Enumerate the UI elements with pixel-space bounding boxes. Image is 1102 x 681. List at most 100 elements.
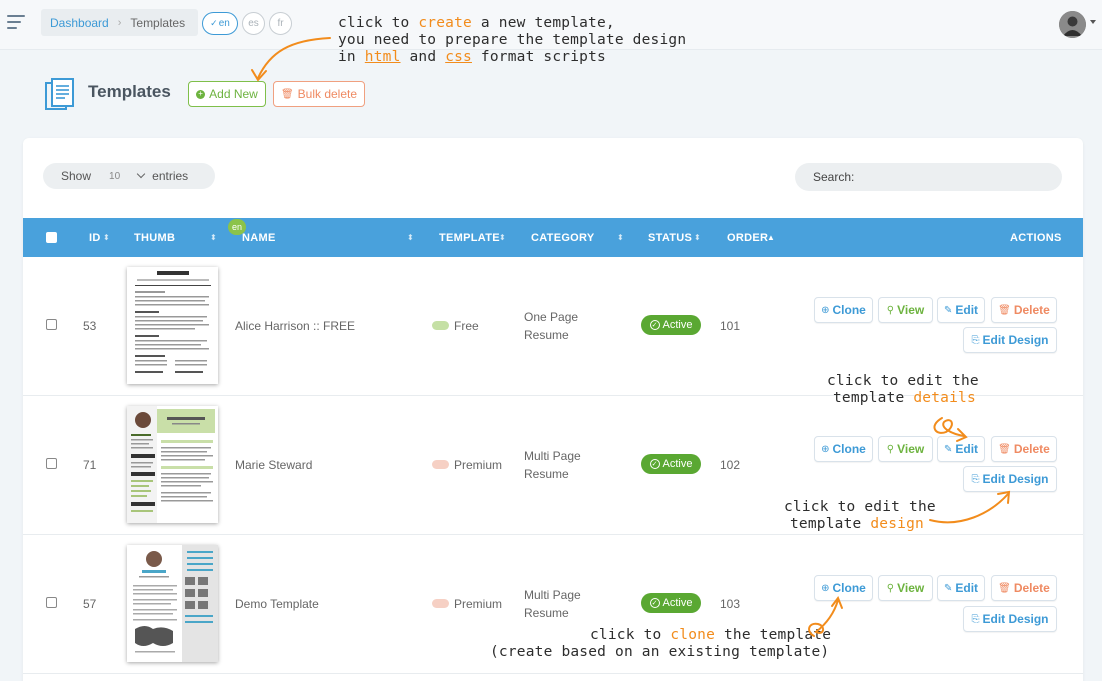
clone-label: Clone	[832, 581, 866, 595]
edit-design-button[interactable]: ⎘ Edit Design	[963, 606, 1057, 632]
lang-en-button[interactable]: ✓ en	[202, 12, 238, 35]
sort-icon[interactable]: ⬍	[694, 233, 701, 242]
lang-es-button[interactable]: es	[242, 12, 265, 35]
row-category-line1: Multi Page	[524, 588, 581, 602]
entries-select[interactable]: 10	[109, 171, 120, 182]
col-thumb[interactable]: THUMB	[134, 232, 175, 244]
delete-button[interactable]: 🗑 Delete	[991, 436, 1057, 462]
language-badge: en	[228, 219, 246, 235]
page-title: Templates	[88, 82, 171, 101]
design-icon: ⎘	[971, 473, 980, 485]
trash-icon: 🗑	[280, 88, 294, 100]
avatar[interactable]	[1059, 11, 1086, 38]
row-name: Marie Steward	[235, 458, 313, 472]
sort-asc-icon[interactable]: ▲	[767, 233, 775, 242]
row-category-line2: Resume	[524, 606, 569, 620]
bulk-delete-label: Bulk delete	[297, 87, 358, 101]
add-new-button[interactable]: + Add New	[188, 81, 266, 107]
annotation-highlight: clone	[670, 627, 716, 643]
view-button[interactable]: ⚲ View	[878, 575, 933, 601]
sort-icon[interactable]: ⬍	[617, 233, 624, 242]
row-order: 103	[720, 597, 741, 611]
annotation-clone: click to clone the template (create base…	[490, 627, 831, 661]
annotation-text: click to edit the	[784, 499, 936, 515]
edit-button[interactable]: ✎ Edit	[937, 575, 985, 601]
clone-button[interactable]: ⊕ Clone	[814, 436, 873, 462]
status-badge: ✓ Active	[641, 454, 701, 474]
search-icon: ⚲	[886, 443, 895, 455]
view-label: View	[897, 303, 925, 317]
clone-label: Clone	[832, 442, 866, 456]
sort-icon[interactable]: ⬍	[499, 233, 506, 242]
edit-design-label: Edit Design	[982, 612, 1049, 626]
plus-circle-icon: ⊕	[821, 304, 830, 316]
row-order: 101	[720, 319, 741, 333]
col-category[interactable]: CATEGORY	[531, 232, 595, 244]
row-category-line1: Multi Page	[524, 449, 581, 463]
template-thumbnail[interactable]	[127, 406, 218, 523]
row-template: Free	[454, 319, 479, 333]
check-icon: ✓	[210, 18, 218, 28]
annotation-details: click to edit the template details	[827, 373, 979, 407]
edit-label: Edit	[955, 303, 979, 317]
user-avatar-icon	[1059, 11, 1086, 38]
search-input[interactable]: Search:	[795, 163, 1062, 191]
row-checkbox[interactable]	[46, 597, 57, 608]
row-category-line1: One Page	[524, 310, 579, 324]
entries-label: entries	[152, 169, 189, 183]
view-label: View	[897, 442, 925, 456]
view-button[interactable]: ⚲ View	[878, 297, 933, 323]
edit-design-button[interactable]: ⎘ Edit Design	[963, 327, 1057, 353]
row-order: 102	[720, 458, 741, 472]
row-id: 71	[83, 458, 97, 472]
row-id: 53	[83, 319, 97, 333]
check-circle-icon: ✓	[649, 598, 660, 608]
pencil-icon: ✎	[943, 304, 953, 316]
chevron-down-icon[interactable]	[136, 169, 146, 179]
caret-down-icon[interactable]	[1090, 20, 1096, 24]
check-circle-icon: ✓	[649, 459, 660, 469]
template-thumbnail[interactable]	[127, 545, 218, 662]
sort-icon[interactable]: ⬍	[103, 233, 110, 242]
delete-button[interactable]: 🗑 Delete	[991, 297, 1057, 323]
bulk-delete-button[interactable]: 🗑 Bulk delete	[273, 81, 365, 107]
clone-button[interactable]: ⊕ Clone	[814, 297, 873, 323]
row-checkbox[interactable]	[46, 319, 57, 330]
lang-fr-button[interactable]: fr	[269, 12, 292, 35]
annotation-text: click to	[338, 15, 419, 31]
breadcrumb-dashboard-link[interactable]: Dashboard	[50, 16, 109, 30]
lang-es-label: es	[248, 18, 259, 29]
sort-icon[interactable]: ⬍	[407, 233, 414, 242]
template-thumbnail[interactable]	[127, 267, 218, 384]
sort-icon[interactable]: ⬍	[210, 233, 217, 242]
plus-circle-icon: ⊕	[821, 443, 830, 455]
trash-icon: 🗑	[998, 443, 1011, 455]
clone-button[interactable]: ⊕ Clone	[814, 575, 873, 601]
col-template[interactable]: TEMPLATE	[439, 232, 500, 244]
language-switcher: ✓ en es fr	[202, 12, 292, 35]
annotation-highlight: html	[364, 49, 401, 65]
edit-design-button[interactable]: ⎘ Edit Design	[963, 466, 1057, 492]
col-name[interactable]: NAME	[242, 232, 276, 244]
row-checkbox[interactable]	[46, 458, 57, 469]
edit-button[interactable]: ✎ Edit	[937, 436, 985, 462]
menu-toggle-icon[interactable]	[7, 15, 27, 29]
row-name: Demo Template	[235, 597, 319, 611]
delete-button[interactable]: 🗑 Delete	[991, 575, 1057, 601]
search-label: Search:	[813, 170, 855, 184]
annotation-text: you need to prepare the template design	[338, 32, 687, 48]
check-circle-icon: ✓	[649, 320, 660, 330]
col-actions: ACTIONS	[1010, 232, 1062, 244]
annotation-text: click to edit the	[827, 373, 979, 389]
select-all-checkbox[interactable]	[46, 232, 57, 243]
col-order[interactable]: ORDER	[727, 232, 768, 244]
row-category-line2: Resume	[524, 467, 569, 481]
annotation-text: template	[790, 516, 871, 532]
search-icon: ⚲	[886, 304, 895, 316]
entries-length-control: Show 10 entries	[43, 163, 215, 189]
view-button[interactable]: ⚲ View	[878, 436, 933, 462]
col-id[interactable]: ID	[89, 232, 101, 244]
col-status[interactable]: STATUS	[648, 232, 692, 244]
status-badge: ✓ Active	[641, 593, 701, 613]
edit-button[interactable]: ✎ Edit	[937, 297, 985, 323]
